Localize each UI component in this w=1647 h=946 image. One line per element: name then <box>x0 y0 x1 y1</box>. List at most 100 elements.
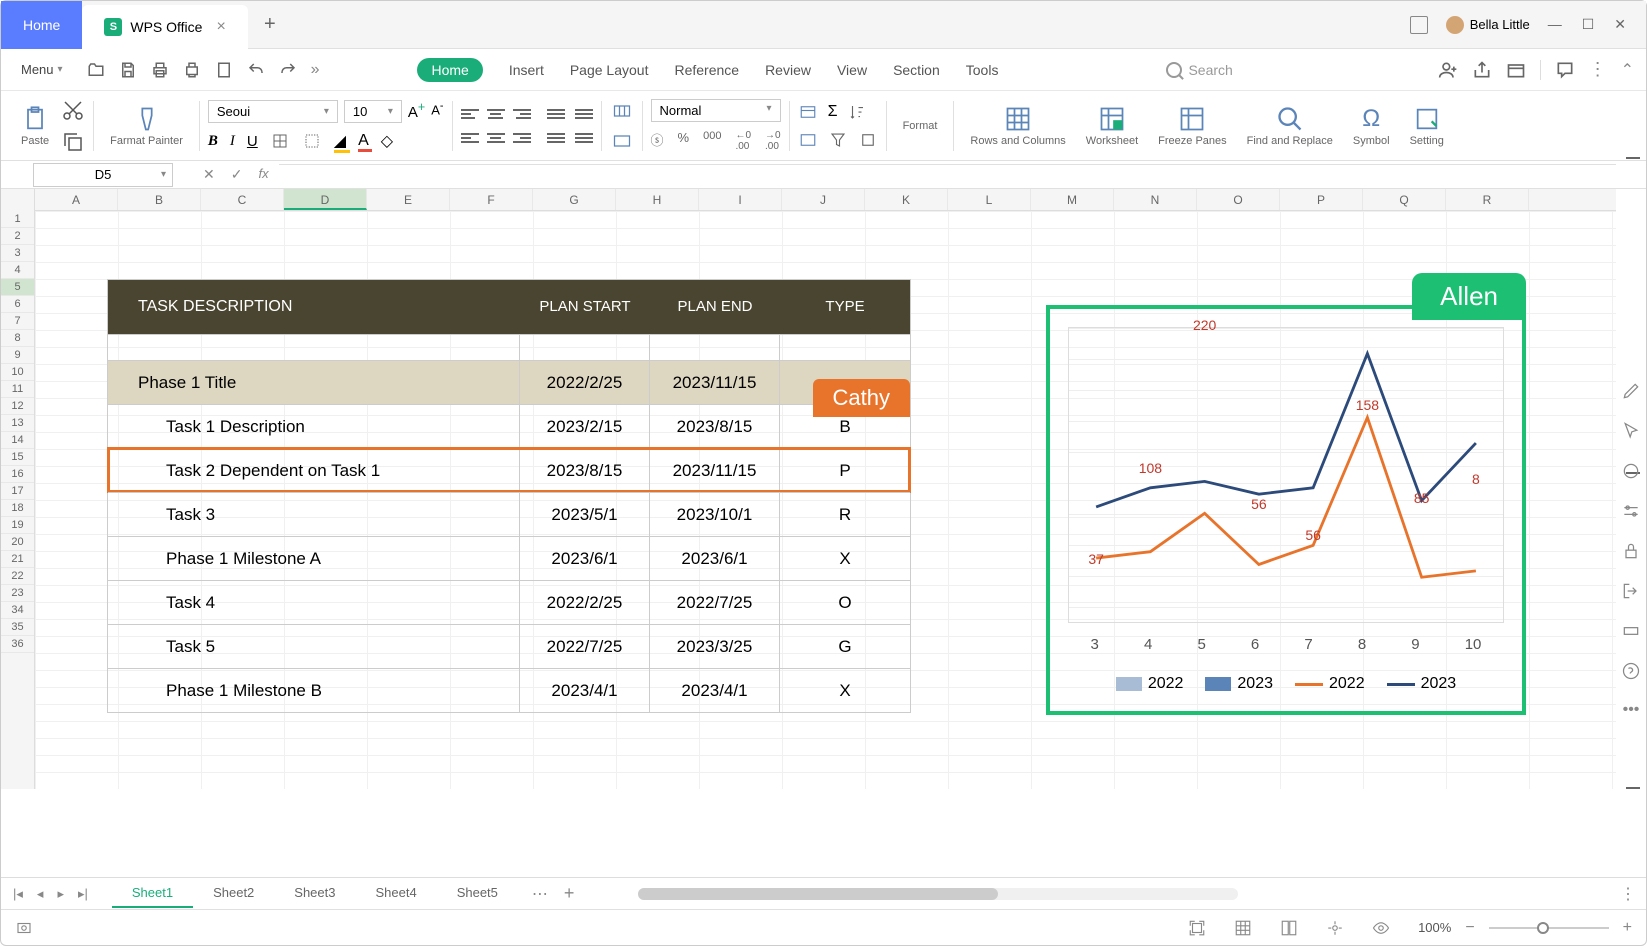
header-plan-end: PLAN END <box>650 297 780 317</box>
view-normal-icon[interactable] <box>1234 919 1252 937</box>
font-color-button[interactable]: A <box>358 132 369 150</box>
row-header[interactable]: 4 <box>1 262 34 279</box>
sheet-tab[interactable]: Sheet1 <box>112 879 193 908</box>
column-header[interactable]: G <box>533 189 616 210</box>
column-header[interactable]: M <box>1031 189 1114 210</box>
horizontal-scrollbar[interactable] <box>638 888 1238 900</box>
zoom-level[interactable]: 100% <box>1418 920 1451 935</box>
column-header[interactable]: P <box>1280 189 1363 210</box>
zoom-in-button[interactable]: + <box>1623 919 1632 937</box>
chart-container[interactable]: Allen 371082205656158858 345678910 2022 … <box>1046 305 1526 715</box>
zoom-out-button[interactable]: − <box>1465 919 1474 937</box>
minimize-panel-icon[interactable] <box>1621 621 1641 641</box>
column-header[interactable]: F <box>450 189 533 210</box>
table-row[interactable]: Phase 1 Milestone B2023/4/12023/4/1X <box>108 668 910 712</box>
column-header[interactable]: L <box>948 189 1031 210</box>
search-icon <box>1166 62 1182 78</box>
row-header[interactable]: 12 <box>1 398 34 415</box>
table-row[interactable]: Task 32023/5/12023/10/1R <box>108 492 910 536</box>
column-header[interactable]: H <box>616 189 699 210</box>
row-header[interactable]: 9 <box>1 347 34 364</box>
row-header[interactable]: 19 <box>1 517 34 534</box>
table-row[interactable]: Task 1 DescriptionCathy2023/2/152023/8/1… <box>108 404 910 448</box>
row-header[interactable]: 5 <box>1 279 34 296</box>
chart-data-label: 56 <box>1305 527 1321 543</box>
record-macro-icon[interactable] <box>15 919 33 937</box>
prev-sheet-icon[interactable]: ◂ <box>37 886 44 902</box>
row-header[interactable]: 7 <box>1 313 34 330</box>
settings-sliders-icon[interactable] <box>1621 501 1641 521</box>
spreadsheet-grid: ABCDEFGHIJKLMNOPQR 123456789101112131415… <box>1 189 1646 789</box>
row-header[interactable]: 21 <box>1 551 34 568</box>
column-header[interactable]: Q <box>1363 189 1446 210</box>
row-header[interactable]: 20 <box>1 534 34 551</box>
menu-button[interactable]: Menu ▾ <box>13 58 71 81</box>
row-header[interactable]: 10 <box>1 364 34 381</box>
zoom-slider[interactable] <box>1489 927 1609 929</box>
row-header[interactable]: 16 <box>1 466 34 483</box>
column-header[interactable]: N <box>1114 189 1197 210</box>
view-page-icon[interactable] <box>1280 919 1298 937</box>
lock-icon[interactable] <box>1621 541 1641 561</box>
column-header[interactable]: J <box>782 189 865 210</box>
chart-data-label: 56 <box>1251 496 1267 512</box>
last-sheet-icon[interactable]: ▸| <box>78 886 88 902</box>
add-sheet-button[interactable]: + <box>564 883 575 904</box>
column-header[interactable]: I <box>699 189 782 210</box>
row-header[interactable]: 14 <box>1 432 34 449</box>
row-header[interactable]: 15 <box>1 449 34 466</box>
table-row[interactable]: Phase 1 Title2022/2/252023/11/15 <box>108 360 910 404</box>
view-eye-icon[interactable] <box>1372 919 1390 937</box>
row-header[interactable]: 1 <box>1 211 34 228</box>
scroll-menu-icon[interactable]: ⋮ <box>1620 884 1636 904</box>
sheet-tab[interactable]: Sheet5 <box>437 879 518 908</box>
row-header[interactable]: 6 <box>1 296 34 313</box>
column-header[interactable]: C <box>201 189 284 210</box>
chart-legend: 2022 2023 2022 2023 <box>1058 675 1514 693</box>
sheet-menu-icon[interactable]: ⋯ <box>532 884 548 904</box>
row-header[interactable]: 2 <box>1 228 34 245</box>
cursor-icon[interactable] <box>1621 421 1641 441</box>
column-header[interactable]: O <box>1197 189 1280 210</box>
fill-color-button[interactable]: ◢ <box>334 131 346 151</box>
row-header[interactable]: 22 <box>1 568 34 585</box>
sheet-tab[interactable]: Sheet3 <box>274 879 355 908</box>
row-header[interactable]: 36 <box>1 636 34 653</box>
row-header[interactable]: 35 <box>1 619 34 636</box>
exit-icon[interactable] <box>1621 581 1641 601</box>
row-header[interactable]: 11 <box>1 381 34 398</box>
more-sidebar-icon[interactable]: ••• <box>1623 701 1640 719</box>
column-header[interactable]: R <box>1446 189 1529 210</box>
row-header[interactable]: 23 <box>1 585 34 602</box>
table-row[interactable]: Task 52022/7/252023/3/25G <box>108 624 910 668</box>
chart-x-axis: 345678910 <box>1068 636 1504 653</box>
row-header[interactable]: 3 <box>1 245 34 262</box>
row-header[interactable]: 18 <box>1 500 34 517</box>
column-header[interactable]: B <box>118 189 201 210</box>
column-header[interactable]: A <box>35 189 118 210</box>
table-row[interactable] <box>108 334 910 360</box>
table-row[interactable]: Task 2 Dependent on Task 12023/8/152023/… <box>108 448 910 492</box>
view-layout-icon[interactable] <box>1326 919 1344 937</box>
table-row[interactable]: Task 42022/2/252022/7/25O <box>108 580 910 624</box>
row-header[interactable]: 13 <box>1 415 34 432</box>
cells-area[interactable]: TASK DESCRIPTION PLAN START PLAN END TYP… <box>35 211 1616 789</box>
next-sheet-icon[interactable]: ▸ <box>57 886 64 902</box>
row-header[interactable]: 17 <box>1 483 34 500</box>
pen-icon[interactable] <box>1621 381 1641 401</box>
name-box[interactable]: D5 ▾ <box>33 163 173 187</box>
select-icon[interactable] <box>1621 461 1641 481</box>
row-header[interactable]: 34 <box>1 602 34 619</box>
chart-user-badge: Allen <box>1412 273 1526 320</box>
help-icon[interactable] <box>1621 661 1641 681</box>
sheet-tab[interactable]: Sheet2 <box>193 879 274 908</box>
table-row[interactable]: Phase 1 Milestone A2023/6/12023/6/1X <box>108 536 910 580</box>
column-header[interactable]: D <box>284 189 367 210</box>
first-sheet-icon[interactable]: |◂ <box>13 886 23 902</box>
focus-cell-icon[interactable] <box>1188 919 1206 937</box>
row-header[interactable]: 8 <box>1 330 34 347</box>
sheet-tab[interactable]: Sheet4 <box>355 879 436 908</box>
column-header[interactable]: K <box>865 189 948 210</box>
sheet-tab-bar: |◂ ◂ ▸ ▸| Sheet1Sheet2Sheet3Sheet4Sheet5… <box>1 877 1646 909</box>
column-header[interactable]: E <box>367 189 450 210</box>
